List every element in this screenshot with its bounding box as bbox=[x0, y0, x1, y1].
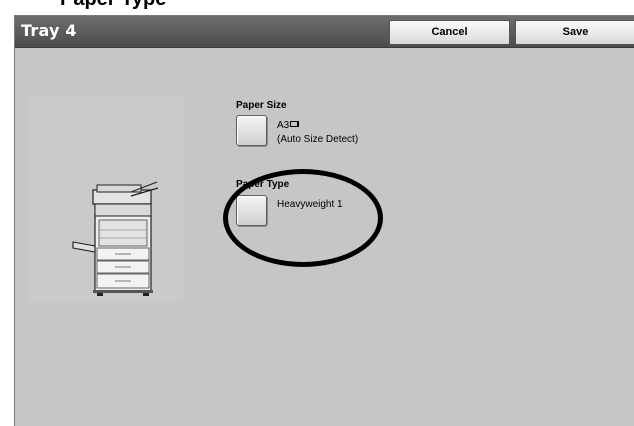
paper-type-button[interactable] bbox=[236, 195, 267, 226]
paper-size-label: Paper Size bbox=[236, 100, 287, 111]
paper-size-value-text: A3 bbox=[277, 120, 290, 131]
save-button[interactable]: Save bbox=[515, 20, 634, 45]
printer-illustration-panel bbox=[27, 96, 183, 302]
paper-size-detail: (Auto Size Detect) bbox=[277, 134, 359, 145]
printer-icon bbox=[72, 181, 159, 296]
title-bar: Tray 4 Cancel Save bbox=[15, 16, 634, 48]
paper-type-label: Paper Type bbox=[236, 179, 290, 190]
long-edge-feed-icon bbox=[290, 121, 300, 127]
cancel-button[interactable]: Cancel bbox=[389, 20, 510, 45]
paper-size-button[interactable] bbox=[236, 115, 267, 146]
paper-type-value: Heavyweight 1 bbox=[277, 199, 343, 210]
paper-size-value: A3 bbox=[277, 119, 300, 132]
page-caption: Paper Type bbox=[60, 0, 166, 11]
tray-settings-window: Tray 4 Cancel Save Paper Size A3 (Auto S… bbox=[14, 15, 634, 426]
window-title: Tray 4 bbox=[21, 21, 77, 40]
